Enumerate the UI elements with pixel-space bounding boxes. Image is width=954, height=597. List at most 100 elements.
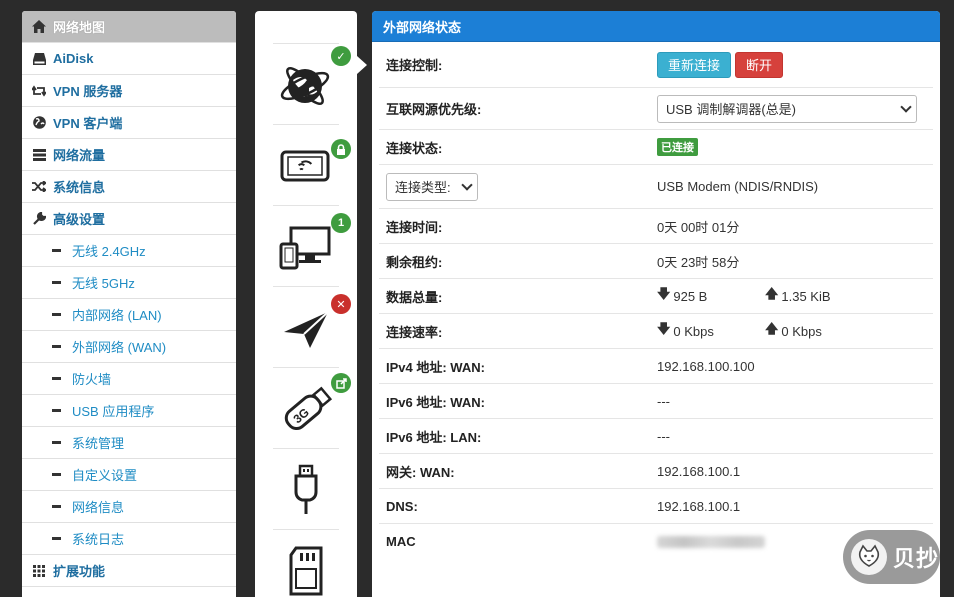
sidebar-item-label: VPN 服务器: [53, 84, 123, 99]
wireless-status-tile[interactable]: [273, 126, 351, 206]
label-total-data: 数据总量:: [386, 289, 443, 305]
source-priority-select[interactable]: USB 调制解调器(总是): [657, 94, 917, 123]
label-connection-state: 连接状态:: [386, 140, 443, 156]
label-source-priority: 互联网源优先级:: [386, 102, 482, 117]
internet-globe-icon: [280, 67, 330, 105]
usb-port-tile[interactable]: [273, 450, 339, 530]
hdd-icon: [32, 52, 46, 66]
sidebar-item-advanced[interactable]: 高级设置: [22, 203, 236, 235]
arrow-down-icon: 🡇: [657, 286, 671, 301]
status-icon-column: ✓ 1 ✕ 3G: [255, 11, 357, 597]
sidebar-subitem-usb-apps[interactable]: USB 应用程序: [22, 395, 236, 427]
dash-icon: [52, 473, 61, 476]
usb-3g-modem-icon: 3G: [284, 386, 333, 431]
divider: [273, 205, 339, 206]
sidebar-subitem-lan[interactable]: 内部网络 (LAN): [22, 299, 236, 331]
dash-icon: [52, 409, 61, 412]
sd-card-tile[interactable]: [273, 531, 339, 597]
sidebar-subitem-wireless-24[interactable]: 无线 2.4GHz: [22, 235, 236, 267]
sidebar-subitem-label: 内部网络 (LAN): [72, 308, 162, 323]
disconnect-button[interactable]: 断开: [735, 51, 784, 78]
row-uptime: 连接时间: 0天 00时 01分: [379, 209, 933, 244]
value-connection-control: 重新连接 断开: [657, 51, 933, 78]
sidebar-subitem-wireless-5[interactable]: 无线 5GHz: [22, 267, 236, 299]
tasks-icon: [32, 148, 46, 162]
divider: [273, 529, 339, 530]
row-ipv4-wan: IPv4 地址: WAN: 192.168.100.100: [379, 349, 933, 384]
sidebar-subitem-wan[interactable]: 外部网络 (WAN): [22, 331, 236, 363]
label-mac: MAC: [386, 534, 416, 549]
sidebar-subitem-netinfo[interactable]: 网络信息: [22, 491, 236, 523]
sidebar-item-system-info[interactable]: 系统信息: [22, 171, 236, 203]
sidebar-subitem-label: 防火墙: [72, 372, 112, 387]
sidebar-item-extensions[interactable]: 扩展功能: [22, 555, 236, 587]
usb-modem-tile[interactable]: 3G: [273, 369, 351, 449]
devices-icon: [279, 226, 331, 270]
row-source-priority: 互联网源优先级: USB 调制解调器(总是): [379, 88, 933, 130]
arrow-down-icon: 🡇: [657, 321, 671, 336]
dash-icon: [52, 537, 61, 540]
row-ipv6-wan: IPv6 地址: WAN: ---: [379, 384, 933, 419]
usb-plug-icon: [294, 464, 318, 514]
status-badge: 已连接: [657, 138, 698, 156]
sidebar-item-vpn-client[interactable]: VPN 客户端: [22, 107, 236, 139]
arrow-up-icon: 🡅: [765, 321, 779, 336]
sidebar-item-label: 高级设置: [53, 212, 106, 227]
value-connection-state: 已连接: [657, 138, 933, 156]
label-uptime: 连接时间:: [386, 219, 443, 235]
label-ipv4-wan: IPv4 地址: WAN:: [386, 359, 485, 375]
speed-download: 🡇 0 Kbps: [657, 320, 765, 342]
sidebar-item-aidisk[interactable]: AiDisk: [22, 43, 236, 75]
row-connection-control: 连接控制: 重新连接 断开: [379, 42, 933, 88]
row-connection-state: 连接状态: 已连接: [379, 130, 933, 165]
arrow-up-icon: 🡅: [765, 286, 779, 301]
sidebar-subitem-label: 系统日志: [72, 532, 125, 547]
th-icon: [32, 564, 46, 578]
sidebar-menu: 网络地图 AiDisk VPN 服务器 VPN 客户端 网络流量 系统信息 高级…: [22, 11, 236, 597]
value-uptime: 0天 00时 01分: [657, 219, 740, 235]
row-connection-type: 连接类型: USB Modem (NDIS/RNDIS): [379, 165, 933, 209]
sidebar-item-label: 网络地图: [53, 20, 106, 35]
check-badge-icon: ✓: [331, 46, 351, 66]
sidebar-subitem-label: 外部网络 (WAN): [72, 340, 167, 355]
sidebar-subitem-firewall[interactable]: 防火墙: [22, 363, 236, 395]
dash-icon: [52, 505, 61, 508]
label-ipv6-lan: IPv6 地址: LAN:: [386, 429, 482, 445]
connection-type-select[interactable]: 连接类型:: [386, 172, 478, 201]
label-lease: 剩余租约:: [386, 254, 443, 270]
sidebar-item-vpn-server[interactable]: VPN 服务器: [22, 75, 236, 107]
sidebar-subitem-label: 自定义设置: [72, 468, 138, 483]
value-ipv6-wan: ---: [657, 393, 670, 409]
sidebar-subitem-label: 无线 5GHz: [72, 276, 135, 291]
sidebar-subitem-label: 系统管理: [72, 436, 125, 451]
divider: [273, 43, 339, 44]
label-connection-type: 连接类型:: [379, 172, 657, 201]
wrench-icon: [32, 212, 46, 226]
reconnect-button[interactable]: 重新连接: [657, 51, 732, 78]
sidebar-item-traffic[interactable]: 网络流量: [22, 139, 236, 171]
sidebar-subitem-label: 网络信息: [72, 500, 125, 515]
label-gateway: 网关: WAN:: [386, 464, 455, 480]
paper-plane-icon: [284, 311, 329, 348]
divider: [273, 124, 339, 125]
value-ipv4-wan: 192.168.100.100: [657, 358, 755, 374]
divider: [273, 367, 339, 368]
cat-logo-icon: [851, 539, 887, 575]
watermark-badge: 贝抄: [843, 530, 940, 584]
clients-status-tile[interactable]: 1: [273, 207, 351, 287]
sidebar-subitem-label: USB 应用程序: [72, 404, 155, 419]
sidebar-subitem-syslog[interactable]: 系统日志: [22, 523, 236, 555]
sidebar-item-label: 扩展功能: [53, 564, 106, 579]
send-status-tile[interactable]: ✕: [273, 288, 351, 368]
divider: [273, 448, 339, 449]
value-ipv6-lan: ---: [657, 428, 670, 444]
home-icon: [32, 20, 46, 34]
panel-title: 外部网络状态: [372, 11, 940, 42]
sidebar-item-network-map[interactable]: 网络地图: [22, 11, 236, 43]
sidebar-subitem-custom[interactable]: 自定义设置: [22, 459, 236, 491]
wan-status-panel: 外部网络状态 连接控制: 重新连接 断开 互联网源优先级: USB 调制解调器(…: [372, 11, 940, 597]
speed-upload: 🡅 0 Kbps: [765, 320, 822, 342]
internet-status-tile[interactable]: ✓: [273, 45, 351, 125]
retweet-icon: [32, 84, 46, 98]
sidebar-subitem-admin[interactable]: 系统管理: [22, 427, 236, 459]
